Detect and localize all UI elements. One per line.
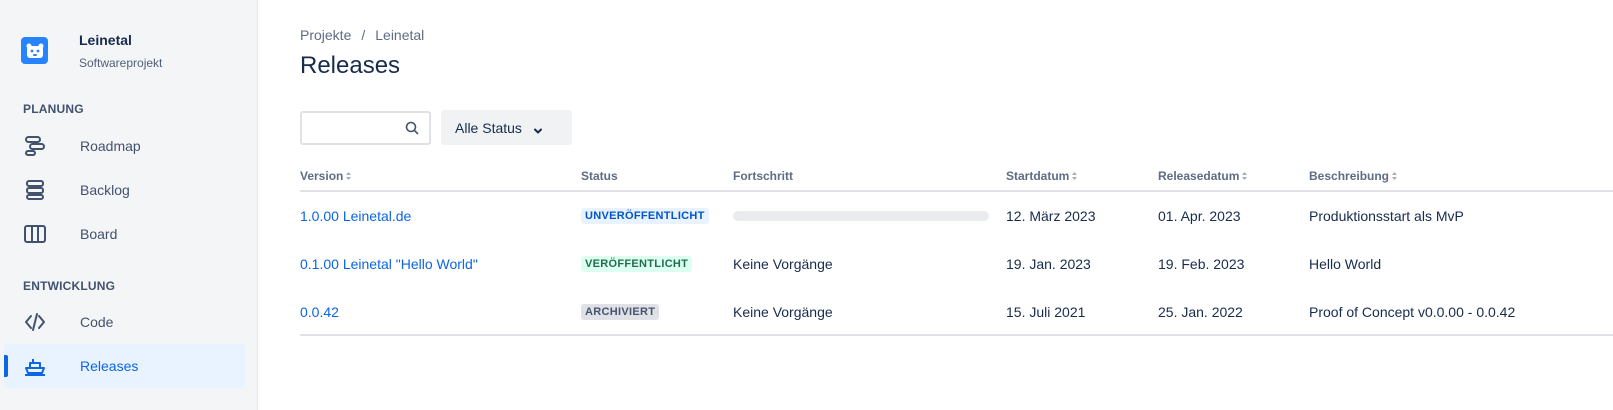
main-content: Projekte / Leinetal Releases Alle Status… xyxy=(300,0,1613,410)
project-name: Leinetal xyxy=(79,32,132,48)
release-date-cell: 25. Jan. 2022 xyxy=(1158,304,1243,320)
roadmap-icon xyxy=(23,134,47,158)
project-header[interactable]: Leinetal Softwareprojekt xyxy=(21,30,162,72)
status-badge: ARCHIVIERT xyxy=(581,304,660,320)
status-badge: UNVERÖFFENTLICHT xyxy=(581,208,709,224)
progress-bar xyxy=(733,211,989,221)
breadcrumb-separator: / xyxy=(361,27,366,43)
column-header-label: Fortschritt xyxy=(733,169,793,183)
releases-table: Version Status Fortschritt Startdatum Re… xyxy=(300,166,1613,336)
sidebar-item-label: Board xyxy=(80,226,118,242)
table-header: Version Status Fortschritt Startdatum Re… xyxy=(300,166,1613,192)
sort-icon xyxy=(1392,172,1398,180)
search-icon[interactable] xyxy=(405,121,419,135)
ship-icon xyxy=(23,354,47,378)
version-link[interactable]: 0.0.42 xyxy=(300,304,339,320)
search-box xyxy=(300,111,431,145)
sidebar-item-label: Roadmap xyxy=(80,138,141,154)
search-input[interactable] xyxy=(302,113,398,143)
sidebar-item-roadmap[interactable]: Roadmap xyxy=(4,124,245,168)
column-header-version[interactable]: Version xyxy=(300,169,352,183)
breadcrumb-project-link[interactable]: Leinetal xyxy=(375,27,424,43)
release-date-cell: 19. Feb. 2023 xyxy=(1158,256,1245,272)
sort-icon xyxy=(1242,172,1248,180)
backlog-icon xyxy=(23,178,47,202)
version-link[interactable]: 1.0.00 Leinetal.de xyxy=(300,208,411,224)
board-icon xyxy=(23,222,47,246)
start-date-cell: 15. Juli 2021 xyxy=(1006,304,1086,320)
sidebar-item-code[interactable]: Code xyxy=(4,300,245,344)
version-cell: 0.1.00 Leinetal "Hello World" xyxy=(300,240,478,288)
status-cell: ARCHIVIERT xyxy=(581,288,660,336)
column-header-progress: Fortschritt xyxy=(733,169,793,183)
sidebar-item-label: Backlog xyxy=(80,182,130,198)
progress-cell: Keine Vorgänge xyxy=(733,256,833,272)
table-row: 0.1.00 Leinetal "Hello World" VERÖFFENTL… xyxy=(300,240,1613,288)
column-header-start-date[interactable]: Startdatum xyxy=(1006,169,1078,183)
sidebar-item-board[interactable]: Board xyxy=(4,212,245,256)
section-label-planung: PLANUNG xyxy=(23,102,84,116)
column-header-label: Beschreibung xyxy=(1309,169,1390,183)
progress-cell xyxy=(733,192,989,240)
sidebar-item-label: Releases xyxy=(80,358,139,374)
progress-cell: Keine Vorgänge xyxy=(733,304,833,320)
table-row: 0.0.42 ARCHIVIERT Keine Vorgänge 15. Jul… xyxy=(300,288,1613,336)
release-date-cell: 01. Apr. 2023 xyxy=(1158,208,1241,224)
page-title: Releases xyxy=(300,52,401,79)
version-cell: 0.0.42 xyxy=(300,288,339,336)
column-header-status: Status xyxy=(581,169,618,183)
table-row: 1.0.00 Leinetal.de UNVERÖFFENTLICHT 12. … xyxy=(300,192,1613,240)
status-cell: VERÖFFENTLICHT xyxy=(581,240,693,288)
project-type: Softwareprojekt xyxy=(79,56,163,70)
section-label-entwicklung: ENTWICKLUNG xyxy=(23,279,116,293)
description-cell: Proof of Concept v0.0.00 - 0.0.42 xyxy=(1309,304,1516,320)
column-header-label: Status xyxy=(581,169,618,183)
version-cell: 1.0.00 Leinetal.de xyxy=(300,192,411,240)
breadcrumb: Projekte / Leinetal xyxy=(300,27,424,43)
project-avatar-icon xyxy=(21,37,48,64)
sort-icon xyxy=(346,172,352,180)
start-date-cell: 19. Jan. 2023 xyxy=(1006,256,1091,272)
description-cell: Hello World xyxy=(1309,256,1382,272)
sidebar-item-backlog[interactable]: Backlog xyxy=(4,168,245,212)
version-link[interactable]: 0.1.00 Leinetal "Hello World" xyxy=(300,256,478,272)
status-badge: VERÖFFENTLICHT xyxy=(581,256,693,272)
sort-icon xyxy=(1072,172,1078,180)
status-filter-label: Alle Status xyxy=(455,119,522,136)
column-header-release-date[interactable]: Releasedatum xyxy=(1158,169,1248,183)
code-icon xyxy=(23,310,47,334)
sidebar-item-label: Code xyxy=(80,314,114,330)
start-date-cell: 12. März 2023 xyxy=(1006,208,1096,224)
column-header-label: Startdatum xyxy=(1006,169,1070,183)
status-cell: UNVERÖFFENTLICHT xyxy=(581,192,709,240)
column-header-label: Releasedatum xyxy=(1158,169,1240,183)
chevron-down-icon xyxy=(533,123,543,133)
sidebar-item-releases[interactable]: Releases xyxy=(4,344,245,388)
status-filter-dropdown[interactable]: Alle Status xyxy=(441,110,572,145)
breadcrumb-projects-link[interactable]: Projekte xyxy=(300,27,351,43)
sidebar: Leinetal Softwareprojekt PLANUNG Roadmap… xyxy=(0,0,258,410)
description-cell: Produktionsstart als MvP xyxy=(1309,208,1464,224)
column-header-label: Version xyxy=(300,169,344,183)
column-header-description[interactable]: Beschreibung xyxy=(1309,169,1398,183)
